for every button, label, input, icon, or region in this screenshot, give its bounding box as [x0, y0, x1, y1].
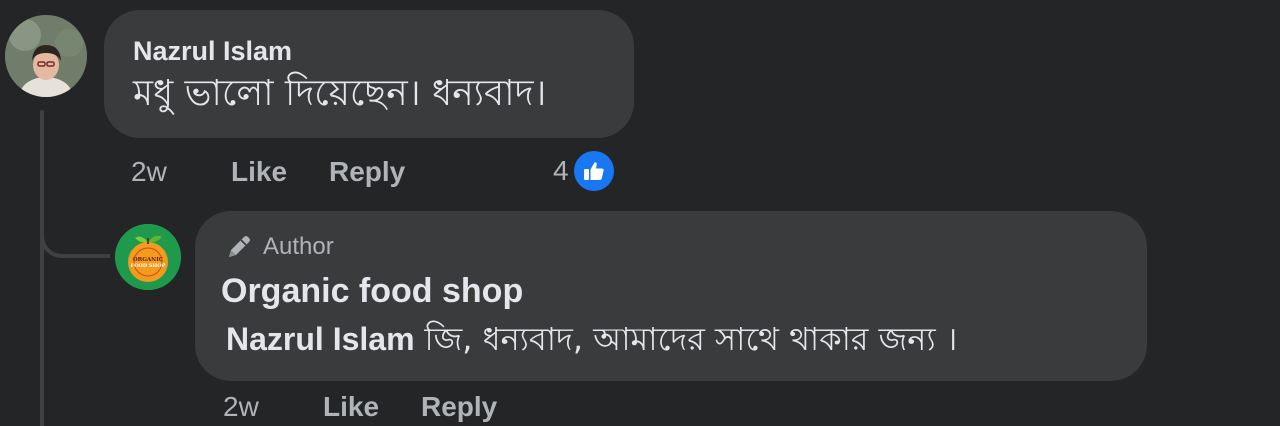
comment-bubble: Nazrul Islam মধু ভালো দিয়েছেন। ধন্যবাদ।: [104, 10, 634, 138]
avatar[interactable]: [5, 15, 87, 97]
svg-text:FOOD SHOP: FOOD SHOP: [131, 263, 166, 269]
pen-icon: [229, 236, 250, 257]
thread-line: [40, 110, 44, 426]
shop-logo: ORGANIC FOOD SHOP: [115, 224, 181, 290]
reaction-count: 4: [553, 155, 569, 186]
author-badge-label: Author: [263, 233, 334, 260]
thumbs-up-icon: [570, 148, 617, 194]
reply-author-name[interactable]: Organic food shop: [221, 271, 523, 311]
comment-thread: Nazrul Islam মধু ভালো দিয়েছেন। ধন্যবাদ।…: [0, 0, 1280, 426]
reply-text: Nazrul Islam জি, ধন্যবাদ, আমাদের সাথে থাক…: [226, 317, 957, 361]
reaction-summary[interactable]: 4: [553, 148, 617, 194]
avatar[interactable]: ORGANIC FOOD SHOP: [115, 224, 181, 290]
reply-reply-button[interactable]: Reply: [421, 391, 497, 423]
comment-text: মধু ভালো দিয়েছেন। ধন্যবাদ।: [133, 73, 547, 114]
comment-reply-button[interactable]: Reply: [329, 156, 405, 188]
mention-link[interactable]: Nazrul Islam: [226, 321, 415, 357]
comment-like-button[interactable]: Like: [231, 156, 287, 188]
thread-connector: [40, 200, 110, 258]
reply-like-button[interactable]: Like: [323, 391, 379, 423]
reply-bubble: Author Organic food shop Nazrul Islam জি,…: [195, 211, 1147, 381]
comment-timestamp[interactable]: 2w: [131, 156, 167, 188]
reply-text-body: জি, ধন্যবাদ, আমাদের সাথে থাকার জন্য ।: [424, 320, 958, 358]
reply-timestamp[interactable]: 2w: [223, 391, 259, 423]
user-avatar-image: [5, 15, 87, 97]
comment-author-name[interactable]: Nazrul Islam: [133, 36, 292, 66]
author-badge: Author: [223, 231, 334, 263]
